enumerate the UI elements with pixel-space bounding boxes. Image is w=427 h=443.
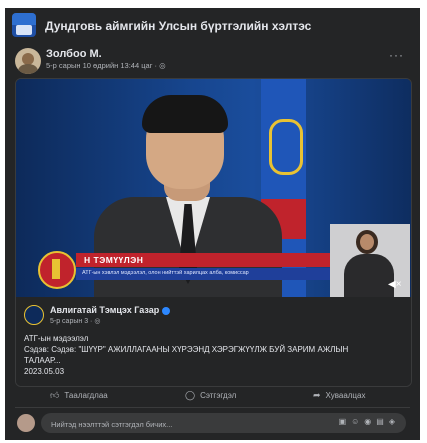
shared-post-text: АТГ-ын мэдээлэл Сэдэв: Сэдэв: "ШҮҮР" АЖИ… (24, 333, 404, 377)
presenter-hair (142, 95, 228, 133)
group-title[interactable]: Дундговь аймгийн Улсын бүртгэлийн хэлтэс (45, 19, 311, 33)
group-header[interactable]: Дундговь аймгийн Улсын бүртгэлийн хэлтэс (5, 8, 420, 43)
mute-icon[interactable]: ◀× (388, 279, 402, 290)
group-logo (12, 13, 36, 37)
comment-label: Сэтгэгдэл (200, 391, 237, 400)
gif-icon[interactable]: ▤ (376, 417, 389, 426)
screenshot-frame: Дундговь аймгийн Улсын бүртгэлийн хэлтэс… (0, 0, 427, 443)
page-name[interactable]: Авлигатай Тэмцэх Газар (50, 305, 171, 315)
lower-third-name-bar: Н ТЭМҮҮЛЭН (76, 253, 336, 267)
post-actions: 👍︎ Таалагдлаа ◯ Сэтгэгдэл ➦ Хуваалцах (15, 385, 410, 408)
lower-third: Н ТЭМҮҮЛЭН АТГ-ын хэвлэл мэдээлэл, олон … (38, 251, 348, 289)
post-timestamp-text: 5-р сарын 10 өдрийн 13:44 цаг · (46, 61, 158, 70)
page-avatar[interactable] (24, 305, 44, 325)
camera-icon[interactable]: ◉ (364, 417, 376, 426)
shared-post-info: Авлигатай Тэмцэх Газар 5-р сарын 3 · ◎ А… (16, 297, 411, 386)
comment-composer: ▣☺◉▤◈ (15, 412, 410, 434)
thumbs-up-icon: 👍︎ (50, 390, 60, 400)
lower-third-subtitle: АТГ-ын хэвлэл мэдээлэл, олон нийттэй хар… (82, 270, 249, 276)
post-text-line: 2023.05.03 (24, 367, 65, 376)
shared-timestamp-text: 5-р сарын 3 · (50, 318, 93, 325)
sticker-icon[interactable]: ▣ (339, 417, 352, 426)
like-button[interactable]: 👍︎ Таалагдлаа (50, 390, 108, 401)
page-name-text: Авлигатай Тэмцэх Газар (50, 305, 160, 315)
comment-icon: ◯ (185, 390, 196, 400)
share-label: Хуваалцах (325, 391, 366, 400)
shared-timestamp[interactable]: 5-р сарын 3 · ◎ (50, 317, 100, 325)
lower-third-name: Н ТЭМҮҮЛЭН (84, 255, 144, 265)
like-label: Таалагдлаа (64, 391, 108, 400)
comment-tools: ▣☺◉▤◈ (339, 417, 400, 426)
shared-post[interactable]: Н ТЭМҮҮЛЭН АТГ-ын хэвлэл мэдээлэл, олон … (15, 78, 412, 387)
share-icon: ➦ (313, 390, 321, 400)
verified-badge-icon (162, 306, 171, 315)
emoji-icon[interactable]: ☺ (351, 417, 364, 426)
post-text-line: АТГ-ын мэдээлэл (24, 334, 89, 343)
post-author[interactable]: Золбоо М. (46, 48, 102, 60)
lower-third-subtitle-bar: АТГ-ын хэвлэл мэдээлэл, олон нийттэй хар… (76, 268, 348, 280)
comment-box[interactable]: ▣☺◉▤◈ (41, 413, 406, 433)
author-avatar[interactable] (15, 48, 41, 74)
post-text-line: ТАЛААР... (24, 356, 61, 365)
comment-button[interactable]: ◯ Сэтгэгдэл (185, 390, 236, 401)
post-timestamp[interactable]: 5-р сарын 10 өдрийн 13:44 цаг · ◎ (46, 61, 166, 70)
post-card: Золбоо М. 5-р сарын 10 өдрийн 13:44 цаг … (5, 42, 420, 440)
emblem-icon (38, 251, 76, 289)
video-player[interactable]: Н ТЭМҮҮЛЭН АТГ-ын хэвлэл мэдээлэл, олон … (16, 79, 411, 297)
comment-input[interactable] (49, 416, 303, 432)
globe-icon: ◎ (94, 318, 101, 325)
globe-icon: ◎ (159, 61, 166, 70)
more-options-icon[interactable]: ··· (389, 48, 404, 62)
current-user-avatar[interactable] (17, 414, 35, 432)
share-button[interactable]: ➦ Хуваалцах (313, 390, 365, 401)
avatar-sticker-icon[interactable]: ◈ (389, 417, 400, 426)
post-text-line: Сэдэв: Сэдэв: "ШҮҮР" АЖИЛЛАГААНЫ ХҮРЭЭНД… (24, 345, 349, 354)
